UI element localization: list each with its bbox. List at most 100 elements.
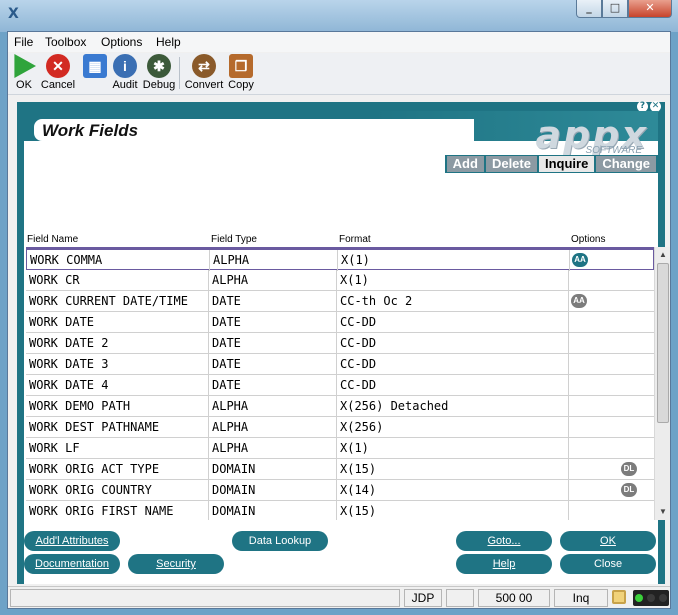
options-cell[interactable]: [569, 354, 654, 375]
options-cell[interactable]: [569, 312, 654, 333]
debug-toolbar-button[interactable]: ✱ Debug: [142, 54, 176, 91]
field-name-cell[interactable]: WORK DEST PATHNAME: [26, 417, 209, 438]
ok-button[interactable]: OK: [560, 531, 656, 551]
format-cell[interactable]: X(1): [337, 270, 569, 291]
field-type-cell[interactable]: DATE: [209, 333, 337, 354]
options-cell[interactable]: AA: [570, 250, 654, 271]
close-window-button[interactable]: ✕: [628, 0, 672, 18]
format-cell[interactable]: X(256): [337, 417, 569, 438]
options-cell[interactable]: [569, 333, 654, 354]
format-cell[interactable]: CC-DD: [337, 333, 569, 354]
table-row[interactable]: WORK COMMA ALPHA X(1) AA: [26, 249, 654, 271]
format-cell[interactable]: X(1): [337, 438, 569, 459]
field-name-cell[interactable]: WORK ORIG COUNTRY: [26, 480, 209, 501]
table-row[interactable]: WORK ORIG COUNTRY DOMAIN X(14) DL: [26, 480, 654, 501]
field-name-cell[interactable]: WORK DATE 4: [26, 375, 209, 396]
options-cell[interactable]: DL: [569, 480, 654, 501]
field-name-cell[interactable]: WORK CURRENT DATE/TIME: [26, 291, 209, 312]
ok-toolbar-button[interactable]: OK: [12, 54, 36, 91]
scroll-up-icon[interactable]: ▲: [656, 248, 670, 262]
help-button[interactable]: Help: [456, 554, 552, 574]
option-badge[interactable]: AA: [572, 253, 588, 267]
table-row[interactable]: WORK DATE DATE CC-DD: [26, 312, 654, 333]
grid-scrollbar[interactable]: ▲ ▼: [654, 247, 670, 520]
format-cell[interactable]: X(15): [337, 501, 569, 520]
mode-delete[interactable]: Delete: [485, 156, 537, 172]
field-name-cell[interactable]: WORK DEMO PATH: [26, 396, 209, 417]
options-cell[interactable]: [569, 438, 654, 459]
field-type-cell[interactable]: DATE: [209, 354, 337, 375]
mode-add[interactable]: Add: [446, 156, 484, 172]
field-type-cell[interactable]: DOMAIN: [209, 459, 337, 480]
table-row[interactable]: WORK LF ALPHA X(1): [26, 438, 654, 459]
windows-toolbar-button[interactable]: ▦: [82, 54, 108, 78]
scroll-thumb[interactable]: [657, 263, 669, 423]
options-cell[interactable]: [569, 270, 654, 291]
field-type-cell[interactable]: DATE: [209, 291, 337, 312]
goto-button[interactable]: Goto...: [456, 531, 552, 551]
close-button[interactable]: Close: [560, 554, 656, 574]
field-type-cell[interactable]: ALPHA: [210, 250, 338, 271]
option-badge[interactable]: DL: [621, 462, 637, 476]
maximize-button[interactable]: □: [602, 0, 628, 18]
appx-icon[interactable]: X: [8, 6, 24, 22]
field-type-cell[interactable]: ALPHA: [209, 438, 337, 459]
field-type-cell[interactable]: DATE: [209, 375, 337, 396]
table-row[interactable]: WORK DATE 3 DATE CC-DD: [26, 354, 654, 375]
convert-toolbar-button[interactable]: ⇄ Convert: [184, 54, 224, 91]
documentation-button[interactable]: Documentation: [24, 554, 120, 574]
table-row[interactable]: WORK DEMO PATH ALPHA X(256) Detached: [26, 396, 654, 417]
field-name-cell[interactable]: WORK CR: [26, 270, 209, 291]
menu-options[interactable]: Options: [101, 35, 142, 49]
copy-toolbar-button[interactable]: ❐ Copy: [227, 54, 255, 91]
field-name-cell[interactable]: WORK ORIG ACT TYPE: [26, 459, 209, 480]
field-name-cell[interactable]: WORK COMMA: [27, 250, 210, 271]
audit-toolbar-button[interactable]: i Audit: [111, 54, 139, 91]
cancel-toolbar-button[interactable]: ✕ Cancel: [40, 54, 76, 91]
mode-change[interactable]: Change: [596, 156, 656, 172]
options-cell[interactable]: [569, 501, 654, 520]
format-cell[interactable]: X(15): [337, 459, 569, 480]
format-cell[interactable]: CC-DD: [337, 354, 569, 375]
field-name-cell[interactable]: WORK DATE: [26, 312, 209, 333]
table-row[interactable]: WORK DATE 2 DATE CC-DD: [26, 333, 654, 354]
options-cell[interactable]: AA: [569, 291, 654, 312]
menu-toolbox[interactable]: Toolbox: [45, 35, 86, 49]
table-row[interactable]: WORK ORIG ACT TYPE DOMAIN X(15) DL: [26, 459, 654, 480]
format-cell[interactable]: X(14): [337, 480, 569, 501]
table-row[interactable]: WORK ORIG FIRST NAME DOMAIN X(15): [26, 501, 654, 520]
options-cell[interactable]: [569, 396, 654, 417]
field-type-cell[interactable]: DOMAIN: [209, 480, 337, 501]
scroll-down-icon[interactable]: ▼: [656, 505, 670, 519]
options-cell[interactable]: [569, 375, 654, 396]
table-row[interactable]: WORK DEST PATHNAME ALPHA X(256): [26, 417, 654, 438]
options-cell[interactable]: DL: [569, 459, 654, 480]
format-cell[interactable]: X(1): [338, 250, 570, 271]
format-cell[interactable]: CC-DD: [337, 375, 569, 396]
minimize-button[interactable]: _: [576, 0, 602, 18]
field-type-cell[interactable]: ALPHA: [209, 417, 337, 438]
addl-attributes-button[interactable]: Add'l Attributes: [24, 531, 120, 551]
field-name-cell[interactable]: WORK DATE 3: [26, 354, 209, 375]
menu-file[interactable]: File: [14, 35, 33, 49]
field-type-cell[interactable]: ALPHA: [209, 396, 337, 417]
option-badge[interactable]: DL: [621, 483, 637, 497]
table-row[interactable]: WORK CURRENT DATE/TIME DATE CC-th Oc 2 AA: [26, 291, 654, 312]
field-name-cell[interactable]: WORK DATE 2: [26, 333, 209, 354]
field-name-cell[interactable]: WORK ORIG FIRST NAME: [26, 501, 209, 520]
field-type-cell[interactable]: DOMAIN: [209, 501, 337, 520]
table-row[interactable]: WORK CR ALPHA X(1): [26, 270, 654, 291]
field-type-cell[interactable]: DATE: [209, 312, 337, 333]
option-badge[interactable]: AA: [571, 294, 587, 308]
table-row[interactable]: WORK DATE 4 DATE CC-DD: [26, 375, 654, 396]
data-lookup-button[interactable]: Data Lookup: [232, 531, 328, 551]
options-cell[interactable]: [569, 417, 654, 438]
format-cell[interactable]: CC-th Oc 2: [337, 291, 569, 312]
format-cell[interactable]: CC-DD: [337, 312, 569, 333]
format-cell[interactable]: X(256) Detached: [337, 396, 569, 417]
mode-inquire[interactable]: Inquire: [538, 156, 595, 172]
security-button[interactable]: Security: [128, 554, 224, 574]
field-name-cell[interactable]: WORK LF: [26, 438, 209, 459]
menu-help[interactable]: Help: [156, 35, 181, 49]
field-type-cell[interactable]: ALPHA: [209, 270, 337, 291]
